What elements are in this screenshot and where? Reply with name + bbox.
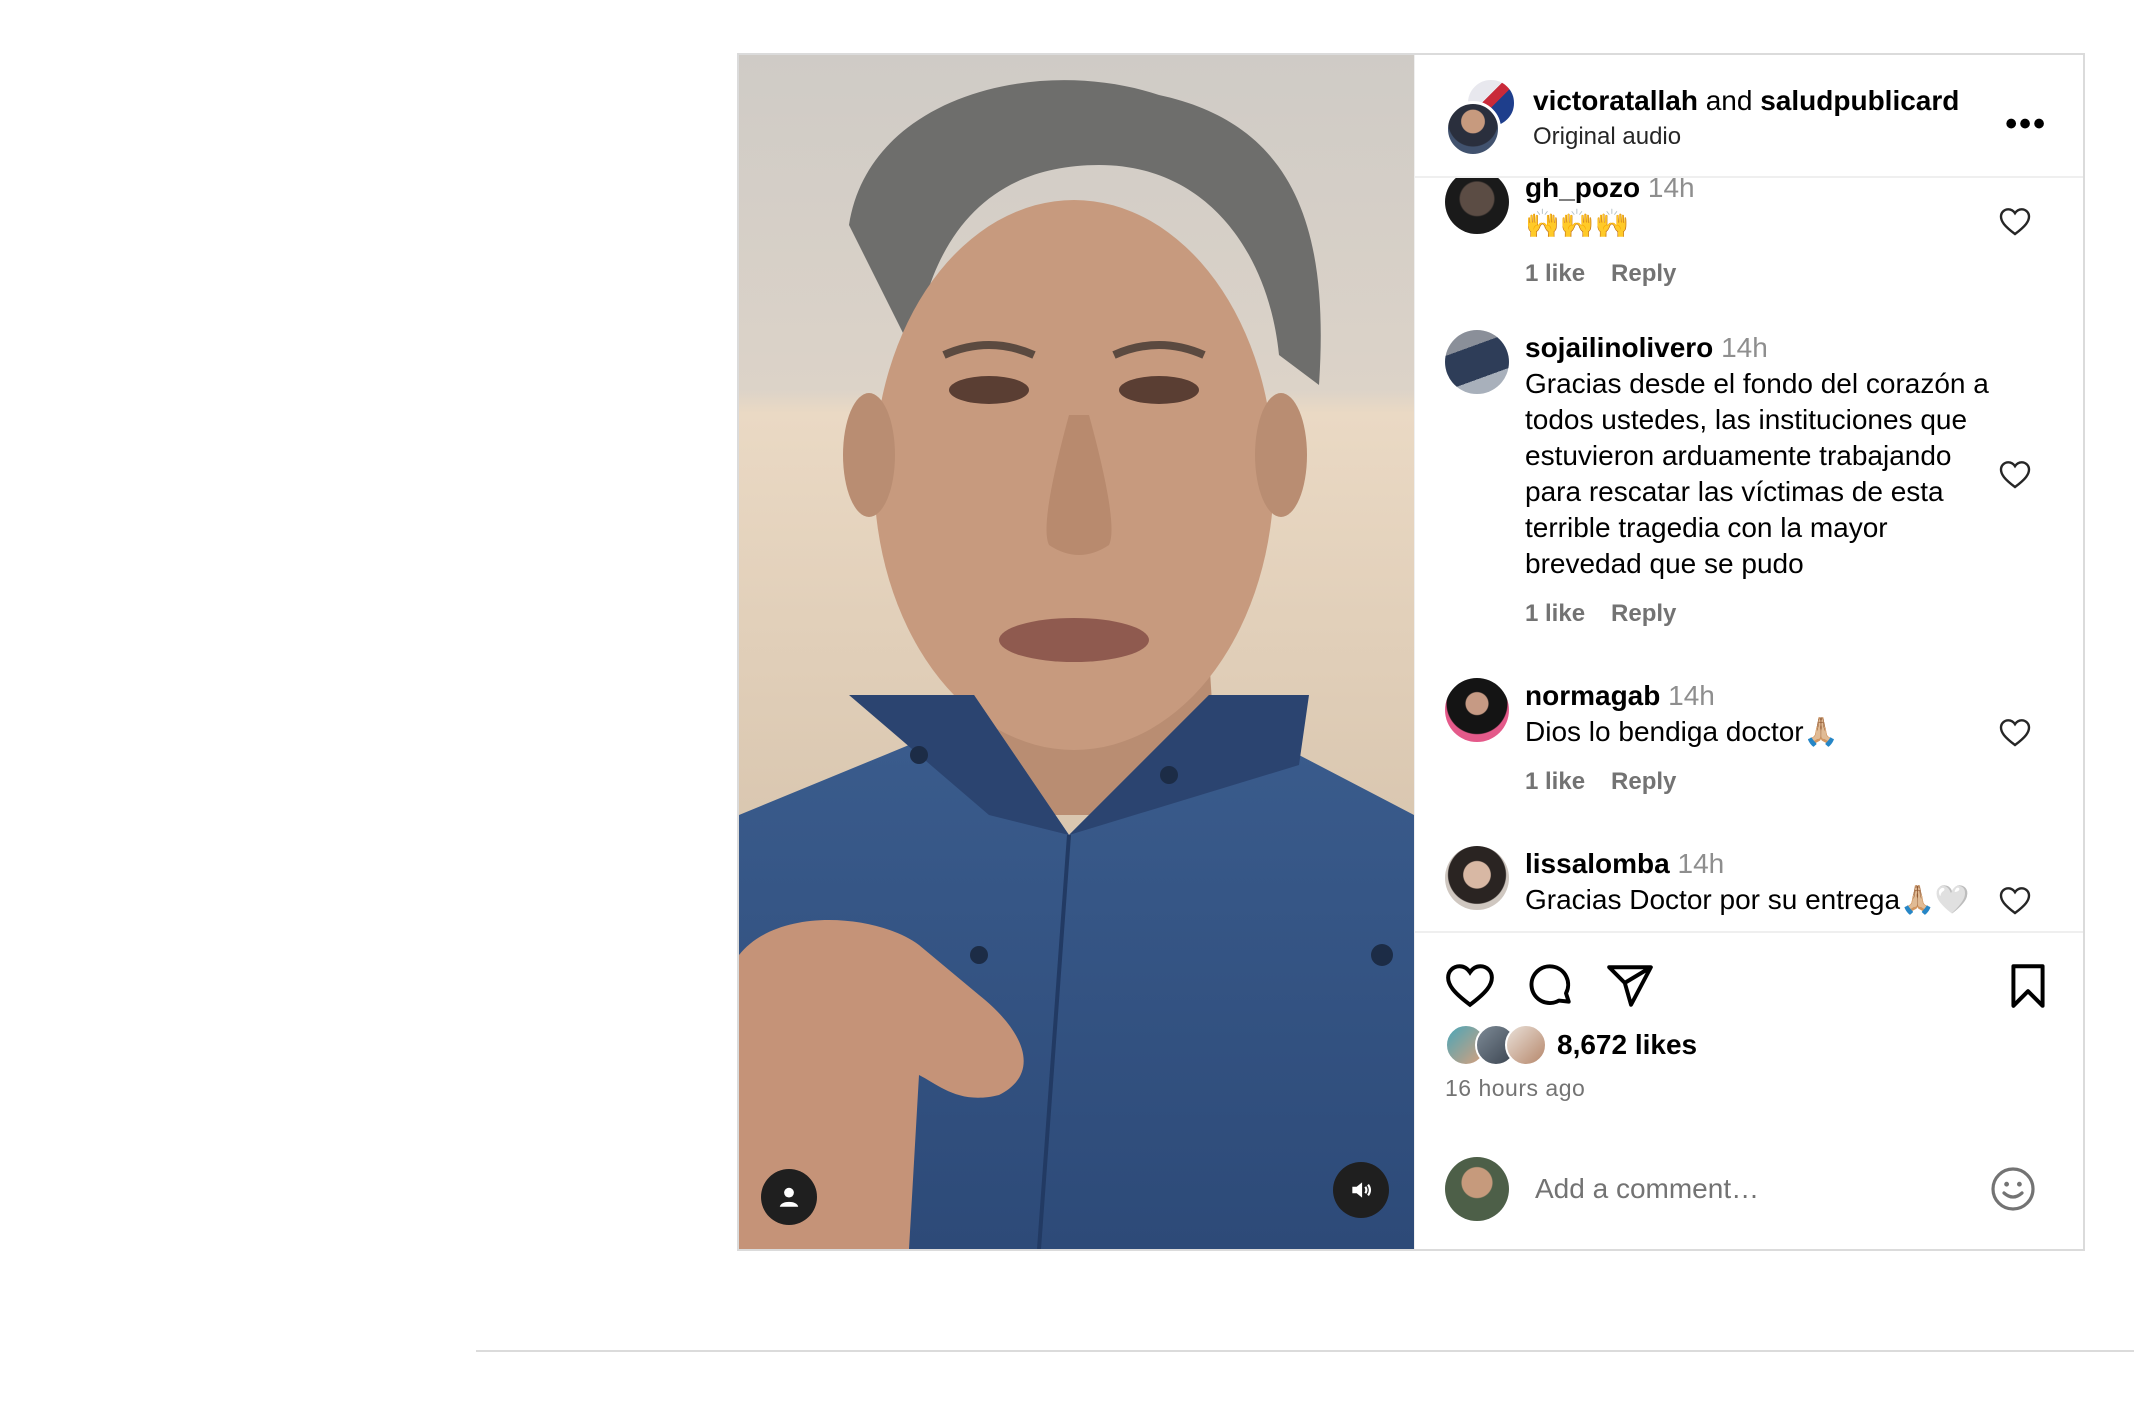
comment-like-count[interactable]: 1 like xyxy=(1525,768,1585,795)
comment-body: gh_pozo 14h 🙌🙌🙌 1 like Reply xyxy=(1525,178,2003,292)
comment-like-count[interactable]: 1 like xyxy=(1525,260,1585,287)
page-divider xyxy=(476,1350,2134,1352)
comment-like-heart-icon[interactable] xyxy=(1999,886,2031,916)
avatar[interactable] xyxy=(1445,330,1509,395)
user-tag-icon xyxy=(779,1187,799,1207)
reply-button[interactable]: Reply xyxy=(1611,768,1676,795)
comments-list[interactable]: gh_pozo 14h 🙌🙌🙌 1 like Reply sojailinoliv… xyxy=(1415,178,2083,931)
add-comment-input[interactable]: Add a comment… xyxy=(1535,1173,1759,1205)
reply-button[interactable]: Reply xyxy=(1611,600,1676,627)
reel-video[interactable] xyxy=(739,55,1414,1249)
collab-avatars[interactable] xyxy=(1445,77,1517,157)
comment-text: Gracias desde el fondo del corazón a tod… xyxy=(1525,368,1989,580)
heart-icon[interactable] xyxy=(1445,961,1495,1011)
comment-item: sojailinolivero 14h Gracias desde el fon… xyxy=(1445,330,2063,632)
comment-meta: 1 like Reply xyxy=(1525,256,2003,292)
comment-like-count[interactable]: 1 like xyxy=(1525,600,1585,627)
avatar[interactable] xyxy=(1445,178,1509,235)
avatar[interactable] xyxy=(1445,678,1509,743)
post-header: victoratallah and saludpublicard Origina… xyxy=(1415,55,2083,179)
comment-username[interactable]: lissalomba xyxy=(1525,848,1670,879)
avatar[interactable] xyxy=(1445,846,1509,911)
comment-time: 14h xyxy=(1721,332,1768,364)
author-link-saludpublicard[interactable]: saludpublicard xyxy=(1760,85,1959,116)
likes-count[interactable]: 8,672 likes xyxy=(1557,1029,1697,1061)
author-names: victoratallah and saludpublicard xyxy=(1533,85,1959,117)
comment-item: lissalomba 14h Gracias Doctor por su ent… xyxy=(1445,846,2063,918)
comment-meta: 1 like Reply xyxy=(1525,596,2003,632)
comment-icon[interactable] xyxy=(1526,961,1576,1011)
comment-body: normagab 14h Dios lo bendiga doctor🙏🏼 1 … xyxy=(1525,678,2003,800)
comment-time: 14h xyxy=(1647,178,1695,204)
post-timestamp[interactable]: 16 hours ago xyxy=(1445,1075,1585,1102)
video-frame xyxy=(739,55,1414,1249)
comment-item: normagab 14h Dios lo bendiga doctor🙏🏼 1 … xyxy=(1445,678,2063,800)
bookmark-icon[interactable] xyxy=(2003,961,2053,1011)
comment-body: lissalomba 14h Gracias Doctor por su ent… xyxy=(1525,846,2003,918)
post-actions: 8,672 likes 16 hours ago Add a comment… xyxy=(1415,930,2083,1249)
comment-item: gh_pozo 14h 🙌🙌🙌 1 like Reply xyxy=(1445,178,2063,292)
avatar xyxy=(1505,1023,1547,1066)
emoji-icon[interactable] xyxy=(1989,1165,2037,1213)
audio-link[interactable]: Original audio xyxy=(1533,123,1681,151)
author-link-victoratallah[interactable]: victoratallah xyxy=(1533,85,1698,116)
current-user-avatar xyxy=(1445,1156,1509,1221)
audio-toggle-button[interactable] xyxy=(1333,1162,1389,1218)
speaker-icon xyxy=(1352,1182,1372,1198)
comment-composer: Add a comment… xyxy=(1415,1149,2083,1229)
comment-like-heart-icon[interactable] xyxy=(1999,460,2031,490)
user-tags-button[interactable] xyxy=(761,1169,817,1225)
comment-like-heart-icon[interactable] xyxy=(1999,718,2031,748)
share-icon[interactable] xyxy=(1605,961,1655,1011)
comment-text: Gracias Doctor por su entrega🙏🏼🤍 xyxy=(1525,884,1970,916)
comment-time: 14h xyxy=(1677,848,1725,880)
likes-summary[interactable]: 8,672 likes xyxy=(1445,1023,1697,1066)
post-side-panel: victoratallah and saludpublicard Origina… xyxy=(1414,55,2083,1249)
comment-username[interactable]: sojailinolivero xyxy=(1525,332,1713,363)
comment-username[interactable]: normagab xyxy=(1525,680,1660,711)
comment-username[interactable]: gh_pozo xyxy=(1525,178,1640,203)
avatar-victoratallah[interactable] xyxy=(1445,101,1501,157)
comment-text: 🙌🙌🙌 xyxy=(1525,208,1630,240)
post-dialog: victoratallah and saludpublicard Origina… xyxy=(737,53,2085,1251)
comment-time: 14h xyxy=(1668,680,1715,712)
comment-like-heart-icon[interactable] xyxy=(1999,207,2031,237)
comment-meta: 1 like Reply xyxy=(1525,764,2003,800)
more-options-icon[interactable]: ••• xyxy=(2005,105,2047,144)
comment-body: sojailinolivero 14h Gracias desde el fon… xyxy=(1525,330,2003,632)
reply-button[interactable]: Reply xyxy=(1611,260,1676,287)
comment-text: Dios lo bendiga doctor🙏🏼 xyxy=(1525,716,1839,748)
author-joiner: and xyxy=(1705,85,1753,116)
